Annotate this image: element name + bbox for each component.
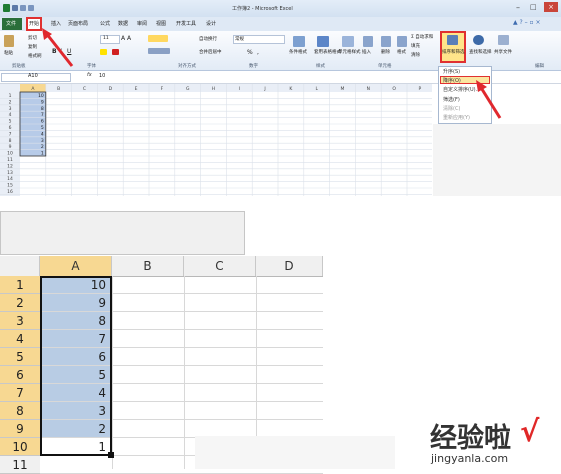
- enlarged-sheet-view: A B C D 1 10 2 9 3 8 4 7 5 6 6 5 7 4 8 3 9 2 10 1 11: [0, 211, 323, 474]
- row-header-6[interactable]: 6: [0, 366, 40, 384]
- watermark: 经验啦 √ jingyanla.com: [427, 414, 561, 469]
- formula-area: [0, 211, 245, 255]
- row-header-10[interactable]: 10: [0, 438, 40, 456]
- select-all-corner[interactable]: [0, 256, 40, 276]
- watermark-text: 经验啦: [430, 423, 511, 454]
- row-header-8[interactable]: 8: [0, 402, 40, 420]
- arrow-to-descending: [478, 85, 502, 119]
- column-gridline: [184, 276, 185, 469]
- column-header-row: A B C D: [0, 256, 323, 277]
- row-header-5[interactable]: 5: [0, 348, 40, 366]
- watermark-url: jingyanla.com: [431, 452, 509, 465]
- row-header-11[interactable]: 11: [0, 456, 40, 474]
- arrow-to-home-tab: [44, 32, 74, 67]
- blurred-area: [433, 124, 561, 196]
- fill-handle[interactable]: [108, 452, 114, 458]
- selection-border: [40, 276, 112, 456]
- row-header-4[interactable]: 4: [0, 330, 40, 348]
- row-header-9[interactable]: 9: [0, 420, 40, 438]
- blurred-area-bottom: [195, 436, 395, 469]
- row-header-7[interactable]: 7: [0, 384, 40, 402]
- column-header-d[interactable]: D: [256, 256, 323, 276]
- column-header-a[interactable]: A: [40, 256, 112, 276]
- column-header-b[interactable]: B: [112, 256, 184, 276]
- check-mark-icon: √: [520, 414, 540, 448]
- column-gridline: [112, 276, 113, 469]
- row-header-1[interactable]: 1: [0, 276, 40, 294]
- row-header-3[interactable]: 3: [0, 312, 40, 330]
- column-header-c[interactable]: C: [184, 256, 256, 276]
- row-header-2[interactable]: 2: [0, 294, 40, 312]
